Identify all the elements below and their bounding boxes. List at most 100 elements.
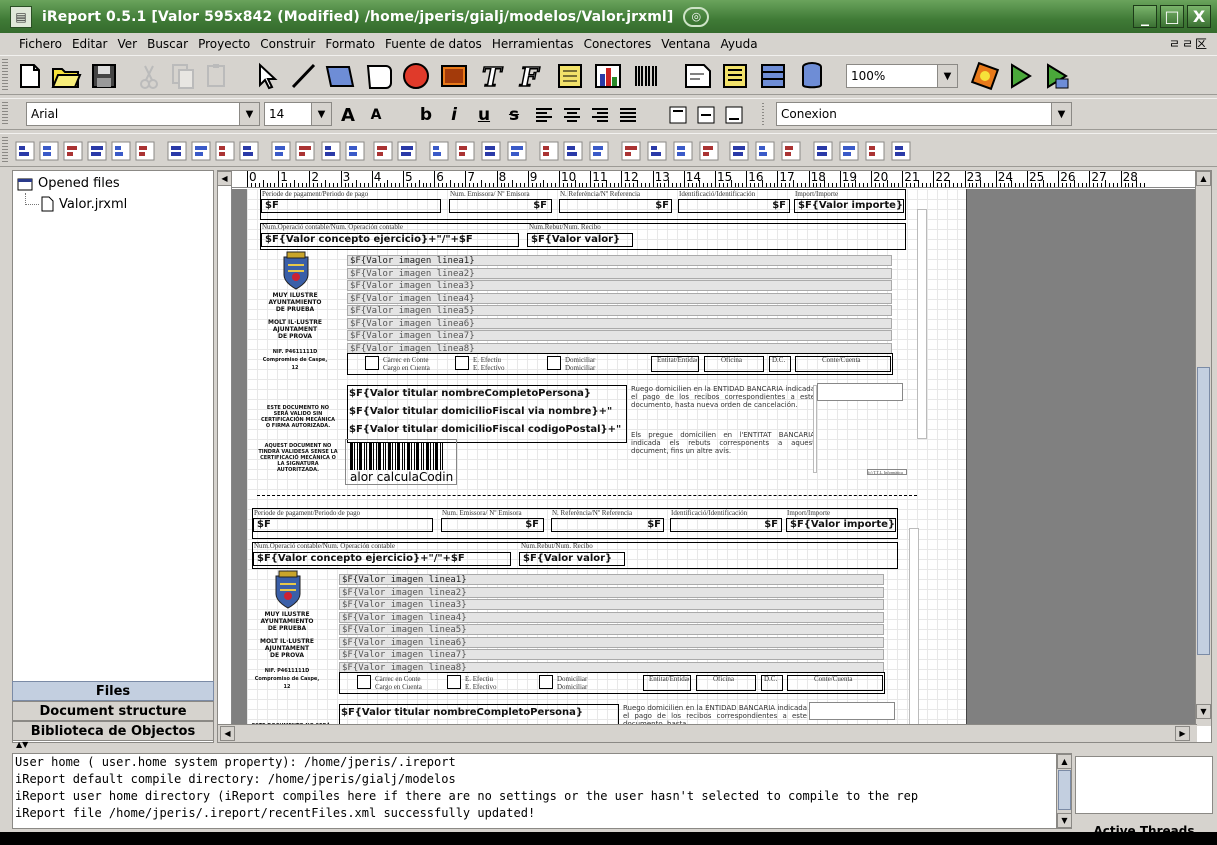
valign-middle-icon[interactable] xyxy=(694,103,718,127)
menu-ayuda[interactable]: Ayuda xyxy=(716,37,763,51)
mdi-controls-icon[interactable]: ㄹㄹ区 xyxy=(1169,35,1209,52)
close-button[interactable]: X xyxy=(1187,5,1211,28)
text-field-tool-icon[interactable]: F xyxy=(512,59,548,93)
entitat-label[interactable]: Entitat/Entidad xyxy=(649,675,689,682)
pointer-tool-icon[interactable] xyxy=(250,59,284,93)
referencia-label[interactable]: N. Referència/Nº Referencia xyxy=(560,190,670,198)
cut-icon[interactable] xyxy=(134,59,164,93)
ayuntamiento-label[interactable]: AYUNTAMIENTO xyxy=(255,299,335,306)
domiciliar-label[interactable]: Domiciliar xyxy=(557,675,617,683)
align-right-icon[interactable] xyxy=(588,103,612,127)
address-label[interactable]: Compromiso de Caspe, xyxy=(243,676,331,682)
align-center-icon[interactable] xyxy=(560,103,584,127)
menu-fuente-datos[interactable]: Fuente de datos xyxy=(380,37,487,51)
align-justify-icon[interactable] xyxy=(86,140,108,162)
import-label[interactable]: Import/Importe xyxy=(787,509,887,517)
horizontal-space-decrease-icon[interactable] xyxy=(344,140,366,162)
align-left-icon[interactable] xyxy=(532,103,556,127)
chevron-down-icon[interactable]: ▼ xyxy=(239,103,259,125)
database-icon[interactable] xyxy=(794,59,830,93)
center-vertical-icon[interactable] xyxy=(588,140,610,162)
align-horizontal-center-icon[interactable] xyxy=(110,140,132,162)
carrec-label[interactable]: Càrrec en Conte xyxy=(383,356,463,364)
address-number-label[interactable]: 12 xyxy=(255,365,335,371)
report-page[interactable]: Periode de pagament/Periodo de pago Num. … xyxy=(247,189,967,726)
ruego-es-text[interactable]: Ruego domicilien en la ENTIDAD BANCARIA … xyxy=(623,704,807,726)
barcode-tool-icon[interactable] xyxy=(628,59,664,93)
molt-illustre-label[interactable]: MOLT IL·LUSTRE xyxy=(247,638,327,645)
image-line-field[interactable]: $F{Valor imagen linea3} xyxy=(339,599,884,610)
menu-proyecto[interactable]: Proyecto xyxy=(193,37,255,51)
static-text-tool-icon[interactable]: T xyxy=(474,59,510,93)
font-name-combo[interactable]: Arial ▼ xyxy=(26,102,260,126)
files-tree[interactable]: Opened files Valor.jrxml xyxy=(12,170,214,743)
log-scrollbar[interactable]: ▲ ▼ xyxy=(1056,753,1072,829)
referencia-label[interactable]: N. Referència/Nº Referencia xyxy=(552,509,662,517)
emissora-label[interactable]: Num. Emissora/ Nº Emisora xyxy=(450,190,550,198)
toolbar-grip[interactable] xyxy=(2,59,8,91)
efectiu-label[interactable]: E. Efectiu xyxy=(473,356,533,364)
domiciliar-checkbox[interactable] xyxy=(547,356,561,370)
save-icon[interactable] xyxy=(86,59,122,93)
title-bar[interactable]: ▤ iReport 0.5.1 [Valor 595x842 (Modified… xyxy=(0,0,1217,33)
oficina-label[interactable]: Oficina xyxy=(721,356,761,363)
de-prova-label[interactable]: DE PROVA xyxy=(255,333,335,340)
import-label[interactable]: Import/Importe xyxy=(795,190,895,198)
same-width-icon[interactable] xyxy=(166,140,188,162)
image-line-field[interactable]: $F{Valor imagen linea4} xyxy=(347,292,892,304)
italic-button[interactable]: i xyxy=(442,103,466,127)
carrec-checkbox[interactable] xyxy=(365,356,379,370)
chevron-down-icon[interactable]: ▼ xyxy=(937,65,957,87)
side-column-box[interactable] xyxy=(909,528,919,726)
image-line-field[interactable]: $F{Valor imagen linea8} xyxy=(347,342,892,354)
detail-band-icon[interactable] xyxy=(718,59,754,93)
copyright-label[interactable]: (c) T.T.L. Informàtica xyxy=(867,469,907,475)
increase-font-icon[interactable]: A xyxy=(336,103,360,127)
firma-box[interactable] xyxy=(817,383,903,401)
chevron-down-icon[interactable]: ▼ xyxy=(1051,103,1071,125)
copy-icon[interactable] xyxy=(168,59,198,93)
compte-label[interactable]: Conte/Cuenta xyxy=(814,675,874,682)
compte-label[interactable]: Conte/Cuenta xyxy=(822,356,882,363)
dc-label[interactable]: D.C. xyxy=(772,356,790,363)
periode-field[interactable]: $F xyxy=(265,200,325,212)
toolbar-grip[interactable] xyxy=(2,102,8,126)
horizontal-scrollbar[interactable]: ◀ ▶ xyxy=(218,724,1197,742)
subreport-tool-icon[interactable] xyxy=(552,59,588,93)
operacio-label[interactable]: Num.Operació contable/Num. Operación con… xyxy=(262,223,462,231)
referencia-field[interactable]: $F xyxy=(553,519,661,531)
valign-top-icon[interactable] xyxy=(666,103,690,127)
page-header-icon[interactable] xyxy=(680,59,716,93)
notice-va-text[interactable]: AQUEST DOCUMENT NO TINDRÀ VALIDESA SENSE… xyxy=(257,443,339,483)
nif-label[interactable]: NIF. P4611111D xyxy=(247,668,327,674)
carrec-checkbox[interactable] xyxy=(357,675,371,689)
image-line-field[interactable]: $F{Valor imagen linea1} xyxy=(339,574,884,585)
font-size-combo[interactable]: 14 ▼ xyxy=(264,102,332,126)
efectivo-label[interactable]: E. Efectivo xyxy=(473,364,533,372)
identificacio-label[interactable]: Identificació/Identificación xyxy=(671,509,781,517)
scroll-up-icon[interactable]: ▲ xyxy=(1196,171,1211,186)
concepto-field[interactable]: $F{Valor concepto ejercicio}+"/"+$F xyxy=(257,553,509,565)
rebut-label[interactable]: Num.Rebut/Num. Recibo xyxy=(521,542,621,550)
image-line-field[interactable]: $F{Valor imagen linea5} xyxy=(347,305,892,316)
center-horizontal-icon[interactable] xyxy=(538,140,560,162)
titular-field[interactable]: $F{Valor titular nombreCompletoPersona} xyxy=(349,388,625,401)
cargo-label[interactable]: Cargo en Cuenta xyxy=(375,683,455,691)
domiciliar-label[interactable]: Domiciliar xyxy=(565,356,625,364)
minimize-button[interactable]: _ xyxy=(1133,5,1157,28)
domiciliar-label-2[interactable]: Domiciliar xyxy=(565,364,625,372)
de-prova-label[interactable]: DE PROVA xyxy=(247,652,327,659)
same-width-max-icon[interactable] xyxy=(190,140,212,162)
menu-formato[interactable]: Formato xyxy=(320,37,380,51)
menu-ventana[interactable]: Ventana xyxy=(656,37,715,51)
valor-field[interactable]: $F{Valor valor} xyxy=(523,553,623,565)
align-center-horizontal-icon[interactable] xyxy=(38,140,60,162)
app-icon[interactable]: ▤ xyxy=(10,5,32,28)
firma-box[interactable] xyxy=(809,702,895,720)
opened-files-node[interactable]: Opened files xyxy=(17,176,120,191)
bold-button[interactable]: b xyxy=(414,103,438,127)
scroll-left-icon[interactable]: ◀ xyxy=(220,726,235,741)
identificacio-field[interactable]: $F xyxy=(680,200,786,212)
efectiu-checkbox[interactable] xyxy=(455,356,469,370)
cargo-label[interactable]: Cargo en Cuenta xyxy=(383,364,463,372)
